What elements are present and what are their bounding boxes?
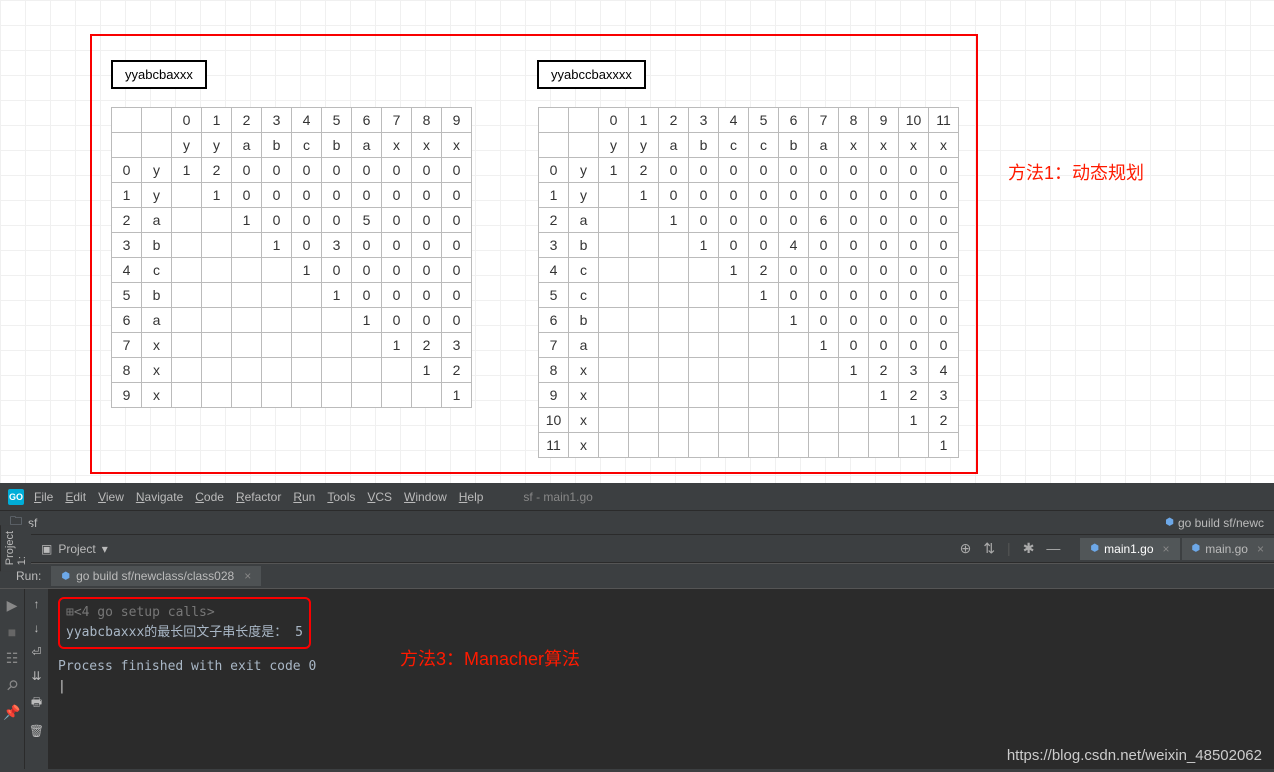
watermark: https://blog.csdn.net/weixin_48502062 xyxy=(1007,747,1262,764)
menu-tools[interactable]: Tools xyxy=(321,488,361,506)
run-config-tab[interactable]: ⬢ go build sf/newclass/class028 × xyxy=(51,566,261,586)
run-gutter-left: ▶ ■ ☷ ⚲ 📌 xyxy=(0,589,24,769)
minimize-icon[interactable]: — xyxy=(1046,540,1060,557)
menu-window[interactable]: Window xyxy=(398,488,453,506)
print-icon[interactable]: 🖶 xyxy=(31,693,42,714)
run-panel-header: Run: ⬢ go build sf/newclass/class028 × xyxy=(0,563,1274,589)
menu-navigate[interactable]: Navigate xyxy=(130,488,189,506)
string-label-2: yyabccbaxxxx xyxy=(537,60,646,89)
goland-icon: GO xyxy=(8,489,24,505)
menu-file[interactable]: File xyxy=(28,488,59,506)
annotation-text-1: 方法1：动态规划 xyxy=(1008,159,1144,185)
down-icon[interactable]: ↓ xyxy=(34,621,40,635)
editor-tabs: ⬢main1.go×⬢main.go× xyxy=(1080,538,1274,560)
swap-icon[interactable]: ⇅ xyxy=(983,540,995,557)
menu-bar: GO FileEditViewNavigateCodeRefactorRunTo… xyxy=(0,483,1274,511)
divider: | xyxy=(1007,540,1011,557)
go-file-icon: ⬢ xyxy=(1192,543,1201,554)
string-label-1: yyabcbaxxx xyxy=(111,60,207,89)
run-panel-body: ▶ ■ ☷ ⚲ 📌 ↑ ↓ ⏎ ⇊ 🖶 🗑 ⊞<4 go setup calls… xyxy=(0,589,1274,769)
menu-help[interactable]: Help xyxy=(453,488,490,506)
menu-code[interactable]: Code xyxy=(189,488,230,506)
menu-vcs[interactable]: VCS xyxy=(361,488,398,506)
dp-table-2: 01234567891011yyabccbaxxxx0y120000000000… xyxy=(538,107,959,458)
run-config-label: go build sf/newc xyxy=(1178,516,1264,530)
editor-tab[interactable]: ⬢main.go× xyxy=(1182,538,1274,560)
dp-table-1: 0123456789yyabcbaxxx0y12000000001y100000… xyxy=(111,107,472,408)
trash-icon[interactable]: 🗑 xyxy=(29,724,44,738)
project-icon: ▣ xyxy=(41,542,52,556)
editor-tab[interactable]: ⬢main1.go× xyxy=(1080,538,1179,560)
annotation-text-2: 方法3：Manacher算法 xyxy=(400,645,580,671)
settings-icon[interactable]: ⚲ xyxy=(2,676,21,695)
console-line: Process finished with exit code 0 xyxy=(58,657,1264,677)
project-dropdown[interactable]: ▣ Project ▾ xyxy=(31,538,118,560)
menu-view[interactable]: View xyxy=(92,488,130,506)
run-gutter-right: ↑ ↓ ⏎ ⇊ 🖶 🗑 xyxy=(24,589,48,769)
diagram-area: yyabcbaxxx yyabccbaxxxx 0123456789yyabcb… xyxy=(0,0,1274,483)
up-icon[interactable]: ↑ xyxy=(34,597,40,611)
go-icon: ⬢ xyxy=(61,571,70,582)
annotation-box-2: ⊞<4 go setup calls> yyabcbaxxx的最长回文子串长度是… xyxy=(58,597,311,649)
menu-edit[interactable]: Edit xyxy=(59,488,92,506)
scroll-icon[interactable]: ⇊ xyxy=(31,669,41,683)
go-file-icon: ⬢ xyxy=(1090,543,1099,554)
close-icon[interactable]: × xyxy=(244,569,251,583)
rerun-icon[interactable]: ▶ xyxy=(7,597,18,614)
layout-icon[interactable]: ☷ xyxy=(6,650,19,667)
run-tab-label: go build sf/newclass/class028 xyxy=(76,569,234,583)
cursor: | xyxy=(58,677,1264,697)
expand-icon[interactable]: ⊞ xyxy=(66,605,74,620)
menu-refactor[interactable]: Refactor xyxy=(230,488,287,506)
run-config-selector[interactable]: ⬢ go build sf/newc xyxy=(1165,516,1274,530)
project-tool-tab[interactable]: 1: Project xyxy=(0,525,31,571)
gear-icon[interactable]: ✱ xyxy=(1023,540,1035,557)
pin-icon[interactable]: 📌 xyxy=(3,704,20,721)
close-icon[interactable]: × xyxy=(1163,542,1170,556)
ide-window: GO FileEditViewNavigateCodeRefactorRunTo… xyxy=(0,483,1274,772)
console-output[interactable]: ⊞<4 go setup calls> yyabcbaxxx的最长回文子串长度是… xyxy=(48,589,1274,769)
window-title: sf - main1.go xyxy=(523,490,592,504)
console-line: <4 go setup calls> xyxy=(74,605,215,620)
close-icon[interactable]: × xyxy=(1257,542,1264,556)
console-line: yyabcbaxxx的最长回文子串长度是： 5 xyxy=(66,623,303,643)
project-label: Project xyxy=(58,542,95,556)
menu-run[interactable]: Run xyxy=(287,488,321,506)
wrap-icon[interactable]: ⏎ xyxy=(31,645,41,659)
toolbar-row: 1: Project ▣ Project ▾ ⊕ ⇅ | ✱ — ⬢main1.… xyxy=(0,535,1274,563)
target-icon[interactable]: ⊕ xyxy=(960,540,972,557)
chevron-down-icon: ▾ xyxy=(102,542,108,556)
go-icon: ⬢ xyxy=(1165,517,1174,528)
breadcrumb-bar: 🗀 sf ⬢ go build sf/newc xyxy=(0,511,1274,535)
stop-icon[interactable]: ■ xyxy=(8,624,16,640)
